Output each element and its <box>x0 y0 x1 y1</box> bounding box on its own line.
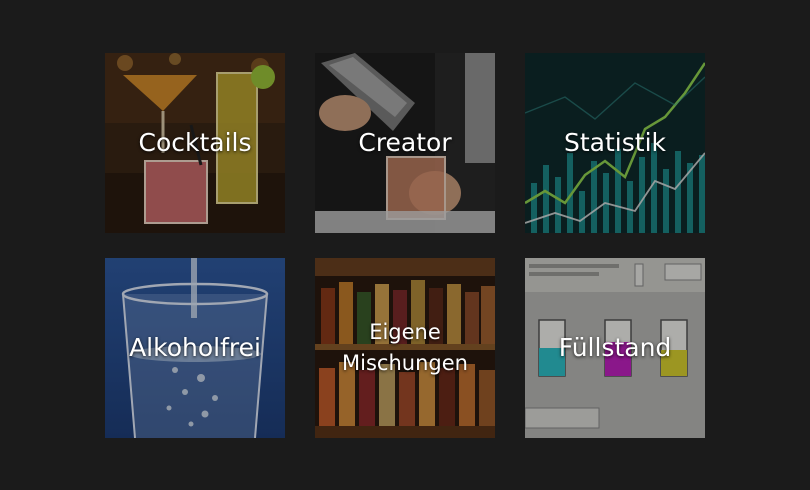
tile-label: Füllstand <box>558 332 672 362</box>
tile-statistik[interactable]: Statistik <box>525 53 705 233</box>
tile-eigene-mischungen[interactable]: Eigene Mischungen <box>315 258 495 438</box>
tile-label: Cocktails <box>138 127 252 157</box>
tile-creator[interactable]: Creator <box>315 53 495 233</box>
tile-label: Statistik <box>564 127 666 157</box>
main-menu-screen: Cocktails Creator Statistik Alkoholfrei … <box>0 0 810 490</box>
tile-cocktails[interactable]: Cocktails <box>105 53 285 233</box>
tile-label: Alkoholfrei <box>129 332 261 362</box>
tile-alkoholfrei[interactable]: Alkoholfrei <box>105 258 285 438</box>
tile-fuellstand[interactable]: Füllstand <box>525 258 705 438</box>
tile-label: Eigene Mischungen <box>342 319 468 376</box>
tile-label: Creator <box>358 127 452 157</box>
